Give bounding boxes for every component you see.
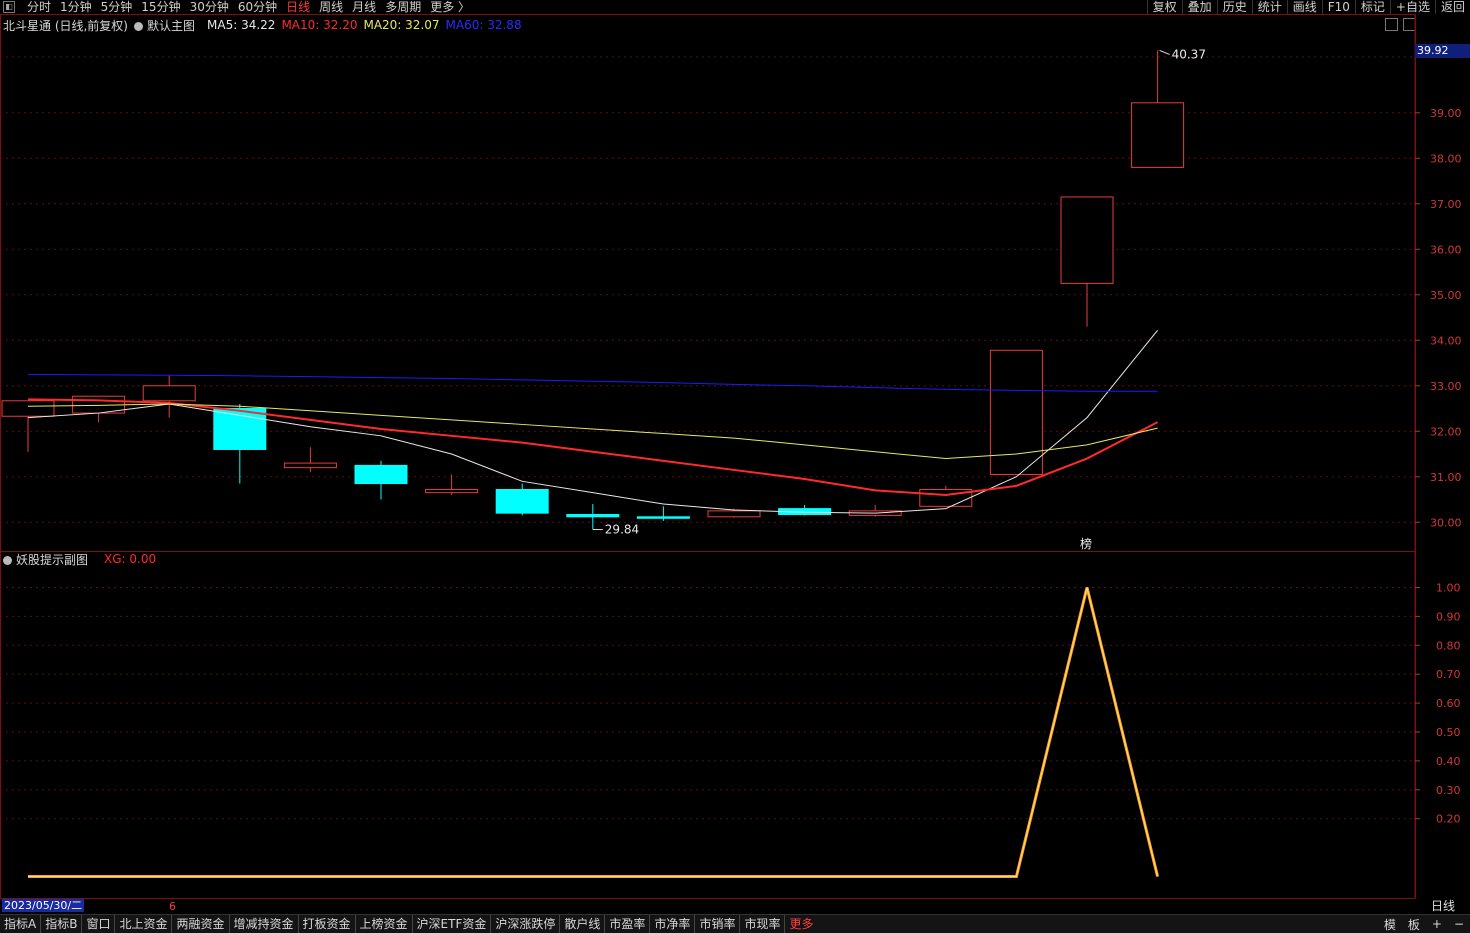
high-pointer [1159, 49, 1170, 55]
month-marker: 6 [169, 900, 176, 913]
high-label: 40.37 [1172, 47, 1206, 61]
bottom-right-button[interactable]: − [1448, 917, 1470, 931]
candle-body [354, 464, 408, 485]
candle-body [1060, 196, 1114, 284]
indicator-tab[interactable]: 窗口 [82, 915, 116, 933]
y-tick-label: 1.00 [1436, 581, 1461, 594]
sub-panel-frame [0, 551, 1416, 899]
candle-body [566, 514, 620, 518]
bottom-right-button[interactable]: 模 [1378, 916, 1402, 933]
current-price-tag: 39.92 [1415, 44, 1470, 58]
y-tick-label: 38.00 [1430, 152, 1462, 165]
indicator-tab[interactable]: 两融资金 [172, 915, 230, 933]
ma20-line [27, 403, 1158, 460]
y-tick-label: 0.50 [1436, 726, 1461, 739]
candle-body [1131, 102, 1185, 168]
candle-body [495, 488, 549, 514]
kline-chart[interactable]: 30.00 31.00 32.00 33.00 34.00 35.00 36.00 37.00… [0, 0, 1470, 932]
y-tick-label: 0.30 [1436, 784, 1461, 797]
candle-body [283, 462, 337, 469]
indicator-tab[interactable]: 指标A [0, 915, 42, 933]
y-tick-label: 33.00 [1430, 380, 1462, 393]
candle-body [989, 349, 1043, 475]
y-tick-label: 0.90 [1436, 610, 1461, 623]
indicator-tab[interactable]: 打板资金 [299, 915, 356, 933]
candle-body [213, 408, 267, 450]
ma10-line [27, 398, 1159, 496]
indicator-tab[interactable]: 北上资金 [115, 915, 173, 933]
y-tick-label: 36.00 [1430, 243, 1462, 256]
indicator-tab[interactable]: 市净率 [650, 915, 696, 933]
bottom-right-button[interactable]: 板 [1402, 916, 1426, 933]
low-label: 29.84 [605, 523, 639, 537]
indicator-tab[interactable]: 沪深涨跌停 [491, 915, 561, 933]
y-tick-label: 30.00 [1430, 516, 1462, 529]
y-tick-label: 31.00 [1430, 471, 1462, 484]
y-tick-label: 0.70 [1436, 668, 1461, 681]
y-tick-label: 39.00 [1430, 107, 1462, 120]
candle-body [1, 400, 55, 417]
y-tick-label: 0.40 [1436, 755, 1461, 768]
xg-line [28, 587, 1160, 879]
indicator-tab[interactable]: 市销率 [695, 915, 741, 933]
indicator-tab[interactable]: 增减持资金 [230, 915, 299, 933]
bottom-right-buttons: 模板 + − [1378, 915, 1470, 933]
y-tick-label: 32.00 [1430, 425, 1462, 438]
bottom-right-button[interactable]: + [1426, 917, 1448, 931]
ma5-line [27, 329, 1158, 514]
indicator-tab[interactable]: 更多 [785, 915, 817, 933]
signal-marker: 榜 [1080, 536, 1092, 551]
candle-body [707, 510, 761, 518]
period-label: 日线 [1430, 899, 1455, 913]
indicator-tab[interactable]: 市现率 [740, 915, 786, 933]
indicator-tab[interactable]: 市盈率 [605, 915, 651, 933]
indicator-tab[interactable]: 上榜资金 [356, 915, 413, 933]
y-tick-label: 37.00 [1430, 198, 1462, 211]
y-tick-label: 0.60 [1436, 697, 1461, 710]
indicator-tab[interactable]: 指标B [41, 915, 83, 933]
main-panel-frame [0, 14, 1416, 552]
date-cursor-label: 2023/05/30/二 [2, 899, 85, 912]
indicator-tabs: 指标A 指标B 窗口 北上资金 两融资金 增减持资金 打板资金 上榜资金 沪深ETF资金 沪深涨跌… [0, 915, 817, 933]
ma60-line [27, 373, 1158, 392]
xg-line-highlight [28, 587, 1159, 878]
y-tick-label: 0.20 [1436, 813, 1461, 826]
indicator-tab[interactable]: 散户线 [560, 915, 606, 933]
candle-body [142, 385, 196, 402]
candle-body [636, 516, 690, 519]
y-tick-label: 35.00 [1430, 289, 1462, 302]
candle-body [425, 488, 479, 494]
y-tick-label: 0.80 [1436, 639, 1461, 652]
indicator-tab[interactable]: 沪深ETF资金 [413, 915, 492, 933]
y-tick-label: 34.00 [1430, 334, 1462, 347]
indicator-tabbar: 指标A 指标B 窗口 北上资金 两融资金 增减持资金 打板资金 上榜资金 沪深ETF资金 沪深涨跌… [0, 914, 1470, 933]
